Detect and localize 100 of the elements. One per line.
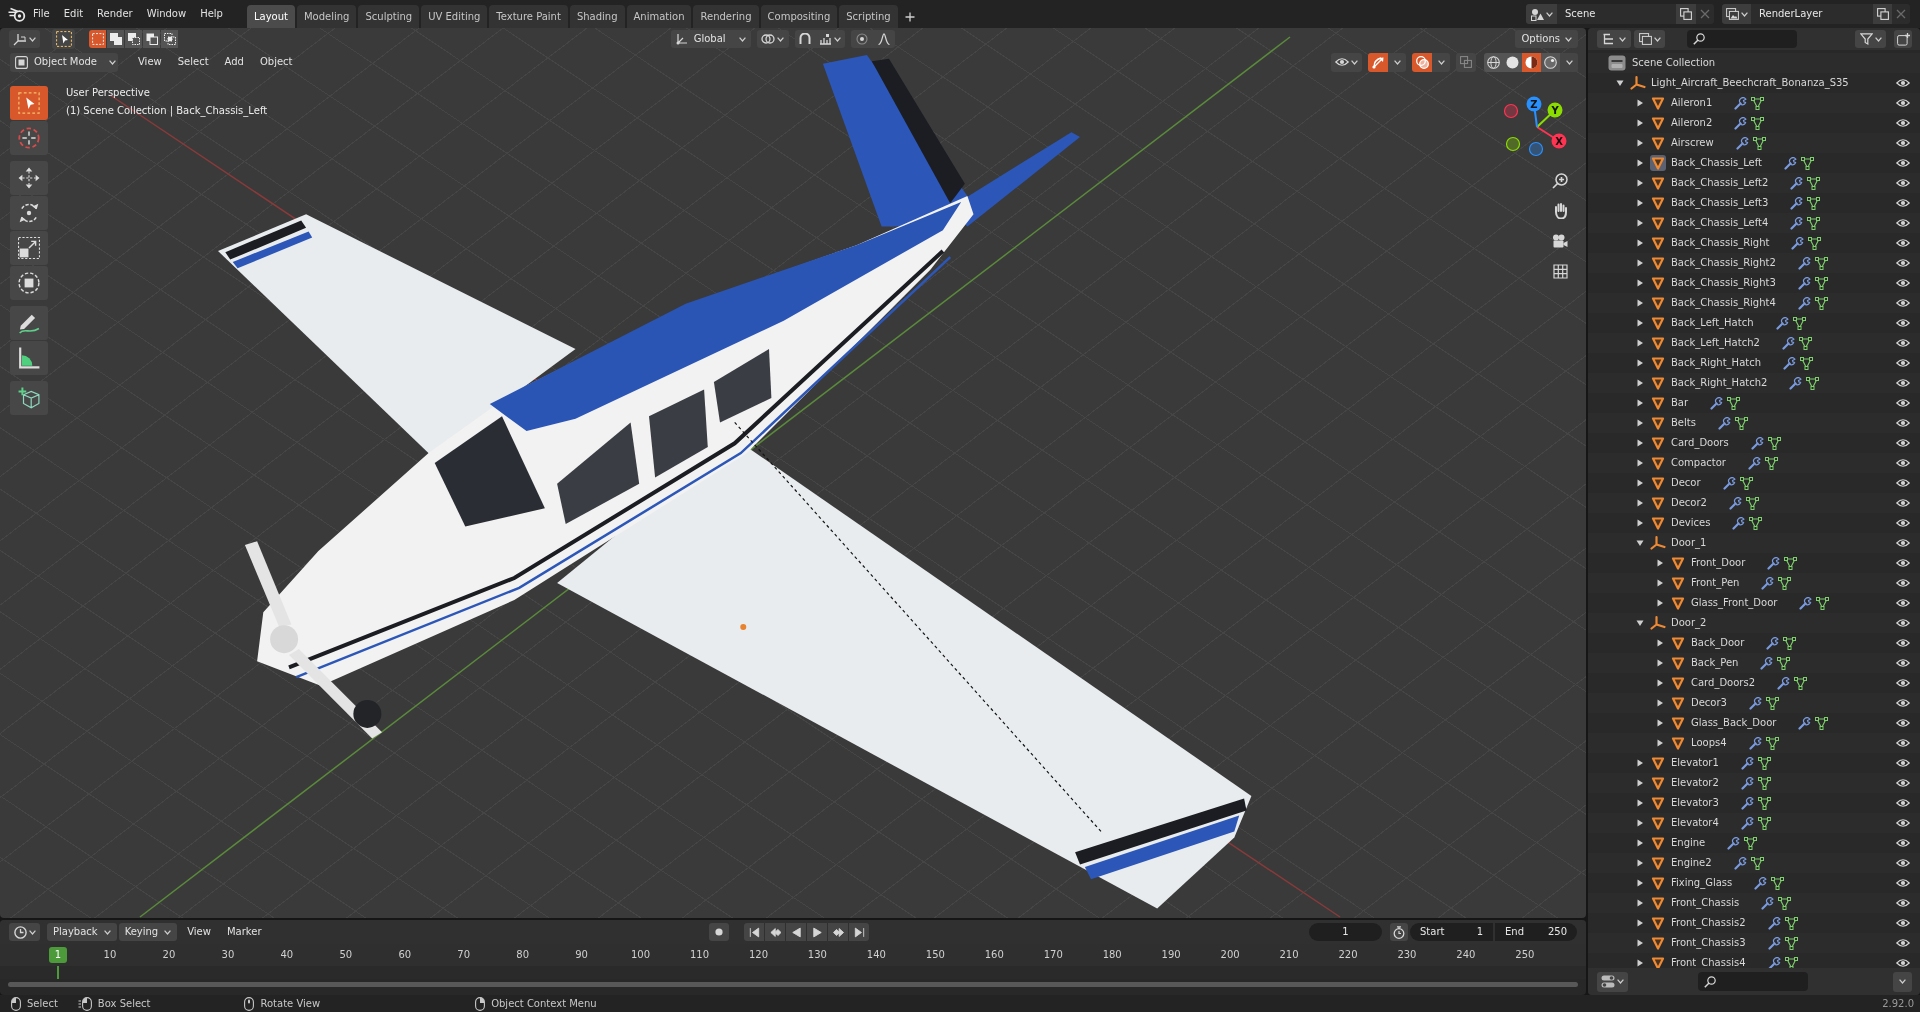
mesh-data-icon[interactable] — [1757, 756, 1771, 770]
wrench-icon[interactable] — [1767, 956, 1781, 968]
mesh-object-icon[interactable] — [1650, 855, 1666, 871]
mesh-data-icon[interactable] — [1765, 736, 1779, 750]
outliner-row[interactable]: Back_Chassis_Left2 — [1588, 173, 1920, 193]
outliner-row[interactable]: Loops4 — [1588, 733, 1920, 753]
xray-toggle[interactable] — [1456, 52, 1476, 72]
new-collection-button[interactable] — [1894, 30, 1912, 48]
mesh-object-icon[interactable] — [1670, 575, 1686, 591]
expand-triangle-icon[interactable] — [1636, 859, 1644, 867]
outliner-row[interactable]: Front_Pen — [1588, 573, 1920, 593]
expand-triangle-icon[interactable] — [1636, 119, 1644, 127]
wrench-icon[interactable] — [1766, 636, 1780, 650]
expand-triangle-icon[interactable] — [1636, 499, 1644, 507]
negative-y-axis-handle[interactable] — [1505, 136, 1521, 152]
expand-triangle-icon[interactable] — [1636, 159, 1644, 167]
wrench-icon[interactable] — [1761, 576, 1775, 590]
mesh-object-icon[interactable] — [1650, 515, 1666, 531]
wrench-icon[interactable] — [1783, 156, 1797, 170]
mesh-data-icon[interactable] — [1739, 476, 1753, 490]
mesh-data-icon[interactable] — [1757, 776, 1771, 790]
wrench-icon[interactable] — [1790, 196, 1804, 210]
mesh-data-icon[interactable] — [1806, 376, 1820, 390]
menu-item[interactable]: View — [130, 52, 170, 72]
expand-triangle-icon[interactable] — [1656, 559, 1664, 567]
expand-triangle-icon[interactable] — [1656, 579, 1664, 587]
pivot-point-button[interactable] — [756, 30, 789, 48]
playback-button[interactable] — [744, 923, 765, 941]
wrench-icon[interactable] — [1747, 456, 1761, 470]
expand-triangle-icon[interactable] — [1636, 139, 1644, 147]
outliner-row[interactable]: Front_Chassis3 — [1588, 933, 1920, 953]
expand-triangle-icon[interactable] — [1656, 719, 1664, 727]
workspace-tab[interactable]: Sculpting — [358, 5, 420, 28]
playback-button[interactable] — [807, 923, 828, 941]
dropdown-button[interactable]: Playback — [47, 923, 117, 941]
workspace-tab[interactable]: Compositing — [760, 5, 838, 28]
mesh-data-icon[interactable] — [1800, 356, 1813, 370]
menu-item[interactable]: Add — [216, 52, 252, 72]
move-tool[interactable] — [10, 161, 48, 195]
wrench-icon[interactable] — [1740, 776, 1754, 790]
menu-item[interactable]: Help — [193, 4, 230, 24]
expand-triangle-icon[interactable] — [1636, 819, 1644, 827]
visibility-dropdown[interactable] — [1331, 52, 1362, 72]
expand-triangle-icon[interactable] — [1636, 839, 1644, 847]
mesh-data-icon[interactable] — [1778, 576, 1792, 590]
outliner-row[interactable]: Engine2 — [1588, 853, 1920, 873]
mesh-object-icon[interactable] — [1650, 815, 1666, 831]
dropdown-button[interactable]: Keying — [118, 923, 178, 941]
wrench-icon[interactable] — [1799, 596, 1813, 610]
selection-mode-button[interactable] — [161, 30, 178, 48]
mesh-object-icon[interactable] — [1650, 795, 1666, 811]
expand-triangle-icon[interactable] — [1636, 879, 1644, 887]
workspace-tab[interactable]: Scripting — [839, 5, 898, 28]
mesh-data-icon[interactable] — [1814, 276, 1828, 290]
outliner-row[interactable]: Back_Chassis_Left4 — [1588, 213, 1920, 233]
measure-tool[interactable] — [10, 341, 48, 375]
outliner-row[interactable]: Belts — [1588, 413, 1920, 433]
annotate-tool[interactable] — [10, 306, 48, 340]
wrench-icon[interactable] — [1735, 136, 1749, 150]
mesh-data-icon[interactable] — [1816, 596, 1830, 610]
orientation-dropdown[interactable]: Global — [670, 30, 751, 48]
mesh-data-icon[interactable] — [1757, 796, 1771, 810]
mesh-data-icon[interactable] — [1751, 116, 1765, 130]
editor-type-button[interactable] — [9, 923, 40, 941]
select-box-tool[interactable] — [10, 86, 48, 120]
menu-item[interactable]: Select — [169, 52, 217, 72]
outliner-row[interactable]: Scene Collection — [1588, 53, 1920, 73]
expand-triangle-icon[interactable] — [1636, 519, 1644, 527]
cursor-tool[interactable] — [10, 121, 48, 155]
mesh-object-icon[interactable] — [1670, 735, 1686, 751]
expand-triangle-icon[interactable] — [1636, 799, 1644, 807]
mesh-data-icon[interactable] — [1792, 316, 1806, 330]
wrench-icon[interactable] — [1748, 696, 1762, 710]
wrench-icon[interactable] — [1797, 276, 1811, 290]
expand-triangle-icon[interactable] — [1636, 959, 1644, 967]
expand-triangle-icon[interactable] — [1636, 179, 1644, 187]
wrench-icon[interactable] — [1791, 236, 1805, 250]
outliner-row[interactable]: Elevator4 — [1588, 813, 1920, 833]
mesh-data-icon[interactable] — [1734, 416, 1748, 430]
mesh-object-icon[interactable] — [1650, 375, 1666, 391]
expand-triangle-icon[interactable] — [1636, 919, 1644, 927]
selection-mode-button[interactable] — [107, 30, 124, 48]
workspace-tab[interactable]: Texture Paint — [489, 5, 568, 28]
zoom-icon[interactable] — [1552, 173, 1568, 189]
shading-mode-button[interactable] — [1484, 52, 1503, 72]
wrench-icon[interactable] — [1798, 716, 1812, 730]
add-cube-tool[interactable] — [10, 381, 48, 415]
wrench-icon[interactable] — [1748, 736, 1762, 750]
expand-triangle-icon[interactable] — [1636, 259, 1644, 267]
start-frame-field[interactable]: Start 1 — [1410, 923, 1493, 941]
mesh-object-icon[interactable] — [1650, 475, 1666, 491]
mesh-object-icon[interactable] — [1670, 715, 1686, 731]
wrench-icon[interactable] — [1761, 896, 1775, 910]
outliner-row[interactable]: Door_1 — [1588, 533, 1920, 553]
mesh-object-icon[interactable] — [1650, 435, 1666, 451]
mesh-object-icon[interactable] — [1650, 355, 1666, 371]
mesh-object-icon[interactable] — [1650, 495, 1666, 511]
outliner-row[interactable]: Front_Chassis — [1588, 893, 1920, 913]
outliner-row[interactable]: Decor3 — [1588, 693, 1920, 713]
wrench-icon[interactable] — [1789, 376, 1803, 390]
